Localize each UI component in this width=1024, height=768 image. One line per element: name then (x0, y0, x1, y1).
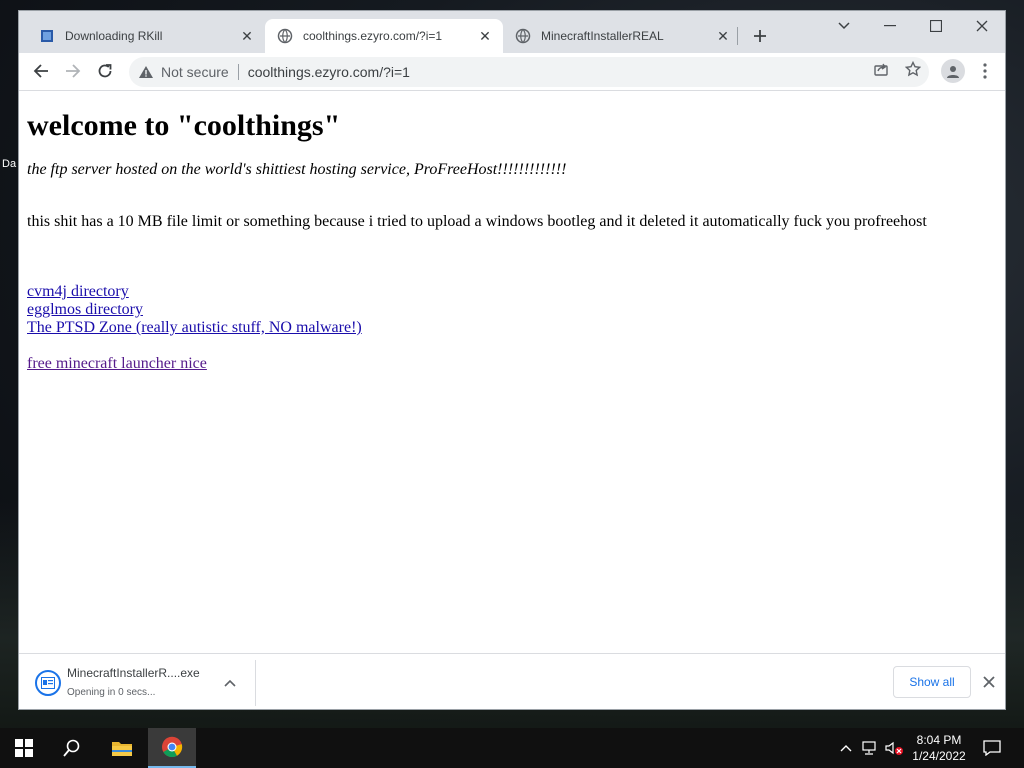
share-icon[interactable] (871, 59, 891, 79)
clock[interactable]: 8:04 PM 1/24/2022 (906, 732, 972, 764)
notifications-icon[interactable] (982, 738, 1002, 758)
warning-icon[interactable] (137, 63, 155, 81)
minimize-button[interactable] (867, 11, 913, 41)
directory-links: cvm4j directory egglmos directory The PT… (27, 283, 997, 337)
close-window-button[interactable] (959, 11, 1005, 41)
clock-date: 1/24/2022 (912, 749, 966, 763)
close-shelf-button[interactable] (979, 672, 999, 692)
chevron-up-icon[interactable] (221, 674, 239, 692)
chevron-up-icon[interactable] (836, 738, 856, 758)
forward-button[interactable] (59, 57, 87, 85)
show-all-button[interactable]: Show all (893, 666, 971, 698)
taskbar: 8:04 PM 1/24/2022 (0, 728, 1024, 768)
start-button[interactable] (0, 728, 48, 768)
close-icon[interactable]: ✕ (237, 26, 257, 46)
tab-separator (737, 27, 738, 45)
download-file-name[interactable]: MinecraftInstallerR....exe (67, 666, 200, 680)
page-tagline: the ftp server hosted on the world's shi… (27, 161, 567, 178)
page-content: welcome to "coolthings" the ftp server h… (19, 91, 1005, 653)
link-minecraft-launcher[interactable]: free minecraft launcher nice (27, 355, 997, 373)
link-cvm4j-directory[interactable]: cvm4j directory (27, 283, 997, 301)
close-icon[interactable]: ✕ (713, 26, 733, 46)
tab-title: MinecraftInstallerREAL (541, 29, 664, 43)
link-ptsd-zone[interactable]: The PTSD Zone (really autistic stuff, NO… (27, 319, 997, 337)
tab-strip: Downloading RKill ✕ coolthings.ezyro.com… (19, 11, 1005, 53)
toolbar: Not secure coolthings.ezyro.com/?i=1 (19, 53, 1005, 91)
tab-search-button[interactable] (821, 11, 867, 41)
network-icon[interactable] (860, 738, 880, 758)
url-text[interactable]: coolthings.ezyro.com/?i=1 (248, 64, 410, 80)
tab-downloading-rkill[interactable]: Downloading RKill ✕ (27, 19, 265, 53)
page-rant: this shit has a 10 MB file limit or some… (27, 213, 927, 230)
file-explorer-icon[interactable] (98, 728, 146, 768)
tab-coolthings[interactable]: coolthings.ezyro.com/?i=1 ✕ (265, 19, 503, 53)
globe-icon (515, 28, 531, 44)
security-label[interactable]: Not secure (161, 64, 229, 80)
close-icon[interactable]: ✕ (475, 26, 495, 46)
address-bar[interactable]: Not secure coolthings.ezyro.com/?i=1 (129, 57, 929, 87)
tab-title: coolthings.ezyro.com/?i=1 (303, 29, 443, 43)
shelf-divider (255, 660, 256, 706)
page-heading: welcome to "coolthings" (27, 109, 341, 142)
installer-icon[interactable] (35, 670, 61, 696)
browser-window: Downloading RKill ✕ coolthings.ezyro.com… (18, 10, 1006, 710)
clock-time: 8:04 PM (916, 733, 962, 747)
search-button[interactable] (48, 728, 96, 768)
download-status: Opening in 0 secs... (67, 687, 156, 698)
new-tab-button[interactable] (749, 25, 771, 47)
reload-button[interactable] (91, 57, 119, 85)
divider (237, 64, 239, 80)
extra-section: free minecraft launcher nice (27, 355, 997, 373)
back-button[interactable] (27, 57, 55, 85)
tab-title: Downloading RKill (65, 29, 163, 43)
globe-icon (277, 28, 293, 44)
rkill-icon (39, 28, 55, 44)
tab-minecraft-installer[interactable]: MinecraftInstallerREAL ✕ (503, 19, 741, 53)
volume-muted-icon[interactable] (884, 738, 904, 758)
profile-icon[interactable] (941, 59, 965, 83)
star-icon[interactable] (903, 59, 923, 79)
link-egglmos-directory[interactable]: egglmos directory (27, 301, 997, 319)
maximize-button[interactable] (913, 11, 959, 41)
desktop-icon-label[interactable]: Da (2, 158, 16, 170)
chrome-icon[interactable] (148, 728, 196, 768)
download-shelf: MinecraftInstallerR....exe Opening in 0 … (19, 653, 1005, 709)
menu-icon[interactable] (975, 59, 995, 83)
